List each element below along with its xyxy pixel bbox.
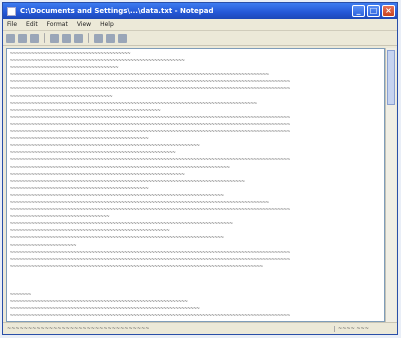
text-line: ~~~~~~~ (10, 292, 32, 299)
text-line: ~~~~~~~~~~~~~~~~~~~~~~~~~~~~~~~~~~~~~~~~… (10, 192, 224, 199)
text-line: ~~~~~~~~~~~~~~~~~~~~~~~~~~~~~~~~~~~~~~~~… (10, 136, 149, 143)
scrollbar-thumb[interactable] (387, 50, 395, 105)
text-line: ~~~~~~~~~~~~~~~~~~~~~~ (10, 242, 77, 249)
menu-help[interactable]: Help (100, 21, 114, 28)
text-line: ~~~~~~~~~~~~~~~~~~~~~~~~~~~~~~~~~~~~~~~~… (10, 86, 290, 93)
save-icon[interactable] (30, 33, 39, 43)
text-line (10, 285, 381, 292)
text-line: ~~~~~~~~~~~~~~~~~~~~~~~~~~~~~~~~~~~~~~~~… (10, 221, 233, 228)
notepad-icon (7, 6, 16, 16)
menu-edit[interactable]: Edit (26, 21, 38, 28)
text-line (10, 271, 381, 278)
menu-view[interactable]: View (77, 21, 91, 28)
cut-icon[interactable] (94, 33, 103, 43)
text-line: ~~~~~~~~~~~~~~~~~~~~~~~~~~~~~~~~~~~~~~~~… (10, 263, 263, 270)
text-line (10, 278, 381, 285)
text-line: ~~~~~~~~~~~~~~~~~~~~~~~~~~~~~~~~~~~~~~~~… (10, 313, 290, 320)
text-line: ~~~~~~~~~~~~~~~~~~~~~~~~~~~~~~~~~~~~~~~~… (10, 157, 290, 164)
menu-bar: File Edit Format View Help (3, 19, 397, 31)
text-editor[interactable]: ~~~~~~~~~~~~~~~~~~~~~~~~~~~~~~~~~~~~~~~~… (6, 48, 385, 322)
find-icon[interactable] (74, 33, 83, 43)
status-text: ~~~~~~~~~~~~~~~~~~~~~~~~~~~~~~~~~~ (7, 325, 150, 332)
text-line: ~~~~~~~~~~~~~~~~~~~~~~~~~~~~~~~~~~ (10, 93, 113, 100)
text-line: ~~~~~~~~~~~~~~~~~~~~~~~~~~~~~~~~~~~~~~~~… (10, 299, 188, 306)
maximize-button[interactable]: □ (367, 5, 380, 17)
preview-icon[interactable] (62, 33, 71, 43)
text-line: ~~~~~~~~~~~~~~~~~~~~~~~~~~~~~~~~~~~~~~~~… (10, 121, 290, 128)
window-title: C:\Documents and Settings\...\data.txt -… (20, 7, 214, 15)
menu-file[interactable]: File (7, 21, 17, 28)
minimize-button[interactable]: _ (352, 5, 365, 17)
copy-icon[interactable] (106, 33, 115, 43)
text-line: ~~~~~~~~~~~~~~~~~~~~~~~~~~~~~~~~~~~~~~~~… (10, 79, 290, 86)
text-line: ~~~~~~~~~~~~~~~~~~~~~~~~~~~~~~~~~~~~~~~~… (10, 100, 257, 107)
toolbar (3, 31, 397, 46)
text-line: ~~~~~~~~~~~~~~~~~~~~~~~~~~~~~~~~~~~~~~~~ (10, 51, 131, 57)
toolbar-separator (44, 33, 45, 43)
text-line: ~~~~~~~~~~~~~~~~~~~~~~~~~~~~~~~~~~~~ (10, 65, 119, 72)
print-icon[interactable] (50, 33, 59, 43)
cursor-position: ~~~~ ~~~ (334, 325, 393, 332)
vertical-scrollbar[interactable] (385, 48, 396, 322)
new-icon[interactable] (6, 33, 15, 43)
text-line: ~~~~~~~~~~~~~~~~~~~~~~~~~~~~~~~~~~~~~~~~… (10, 72, 269, 79)
text-line: ~~~~~~~~~~~~~~~~~~~~~~~~~~~~~~~~~~~~~~~~… (10, 164, 230, 171)
close-button[interactable]: × (382, 5, 395, 17)
text-line: ~~~~~~~~~~~~~~~~~~~~~~~~~~~~~~~~~~~~~~~~… (10, 306, 200, 313)
toolbar-separator (88, 33, 89, 43)
text-line: ~~~~~~~~~~~~~~~~~~~~~~~~~~~~~~~~~~~~~~~~… (10, 207, 290, 214)
text-line: ~~~~~~~~~~~~~~~~~~~~~~~~~~~~~~~~~~~~~~~~… (10, 199, 269, 206)
text-line: ~~~~~~~~~~~~~~~~~~~~~~~~~~~~~~~~~~~~~~~~… (10, 114, 290, 121)
title-bar[interactable]: C:\Documents and Settings\...\data.txt -… (3, 3, 397, 19)
text-line: ~~~~~~~~~~~~~~~~~~~~~~~~~~~~~~~~~~~~~~~~… (10, 235, 224, 242)
notepad-window: C:\Documents and Settings\...\data.txt -… (2, 2, 398, 335)
text-line: ~~~~~~~~~~~~~~~~~~~~~~~~~~~~~~~~~~~~~~~~… (10, 171, 185, 178)
text-line: ~~~~~~~~~~~~~~~~~~~~~~~~~~~~~~~~~~~~~~~~… (10, 150, 176, 157)
text-line: ~~~~~~~~~~~~~~~~~~~~~~~~~~~~~~~~~~~~~~~~… (10, 107, 161, 114)
text-line: ~~~~~~~~~~~~~~~~~~~~~~~~~~~~~~~~~~~~~~~~… (10, 185, 149, 192)
text-line: ~~~~~~~~~~~~~~~~~~~~~~~~~~~~~~~~~~~~~~~~… (10, 143, 200, 150)
text-line: ~~~~~~~~~~~~~~~~~~~~~~~~~~~~~~~~~~~~~~~~… (10, 178, 245, 185)
text-line: ~~~~~~~~~~~~~~~~~~~~~~~~~~~~~~~~~ (10, 214, 110, 221)
text-line: ~~~~~~~~~~~~~~~~~~~~~~~~~~~~~~~~~~~~~~~~… (10, 249, 290, 256)
open-icon[interactable] (18, 33, 27, 43)
text-line: ~~~~~~~~~~~~~~~~~~~~~~~~~~~~~~~~~~~~~~~~… (10, 58, 185, 65)
text-line: ~~~~~~~~~~~~~~~~~~~~~~~~~~~~~~~~~~~~~~~~… (10, 256, 290, 263)
text-line: ~~~~~~~~~~~~~~~~~~~~~~~~~~~~~~~~~~~~~~~~… (10, 129, 290, 136)
status-bar: ~~~~~~~~~~~~~~~~~~~~~~~~~~~~~~~~~~ ~~~~ … (3, 322, 397, 334)
menu-format[interactable]: Format (47, 21, 68, 28)
text-line: ~~~~~~~~~~~~~~~~~~~~~~~~~~~~~~~~~~~~~~~~… (10, 228, 170, 235)
paste-icon[interactable] (118, 33, 127, 43)
